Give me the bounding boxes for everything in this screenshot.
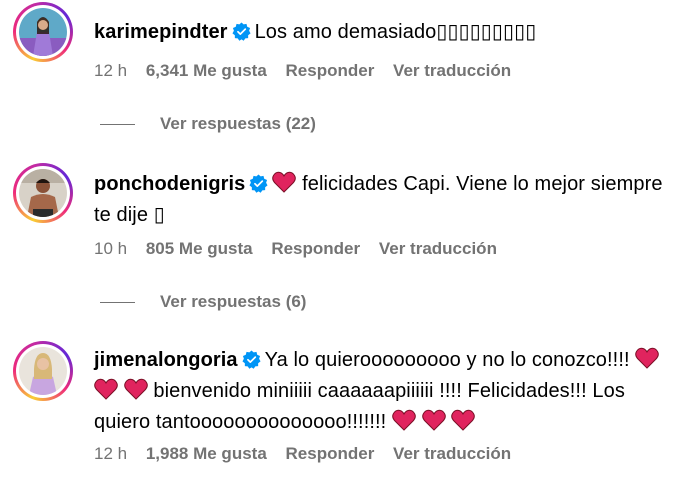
avatar-story-ring[interactable]: [13, 2, 73, 62]
reply-button[interactable]: Responder: [271, 239, 360, 258]
red-heart-icon: [421, 409, 446, 439]
comment-body-line2: bienvenido miniiiii caaaaaapiiiiii !!!! …: [153, 380, 625, 402]
timestamp: 12 h: [94, 444, 128, 463]
comment-text: ponchodenigris felicidades Capi. Viene l…: [94, 170, 684, 229]
reply-button[interactable]: Responder: [286, 444, 375, 463]
comment-body-line3: quiero tantoooooooooooooo!!!!!!!: [94, 411, 387, 433]
comment-meta: 10 h 805 Me gusta Responder Ver traducci…: [94, 239, 511, 259]
verified-badge-icon: [242, 349, 261, 377]
red-heart-icon: [123, 378, 148, 408]
likes-count[interactable]: 805 Me gusta: [146, 239, 253, 258]
comment-meta: 12 h 1,988 Me gusta Responder Ver traduc…: [94, 444, 525, 464]
avatar-story-ring[interactable]: [13, 341, 73, 401]
view-replies-button[interactable]: Ver respuestas (6): [100, 292, 306, 312]
likes-count[interactable]: 1,988 Me gusta: [146, 444, 267, 463]
replies-divider: [100, 124, 135, 126]
translate-button[interactable]: Ver traducción: [393, 444, 511, 463]
avatar[interactable]: [19, 8, 67, 56]
red-heart-icon: [635, 347, 660, 377]
red-heart-icon: [392, 409, 416, 439]
avatar[interactable]: [19, 347, 67, 395]
timestamp: 10 h: [94, 239, 128, 258]
comment-body-line2: te dije ▯: [94, 204, 165, 226]
comment-text: karimepindter Los amo demasiado▯▯▯▯▯▯▯▯▯: [94, 18, 684, 49]
timestamp: 12 h: [94, 61, 128, 80]
comment-meta: 12 h 6,341 Me gusta Responder Ver traduc…: [94, 61, 525, 81]
username[interactable]: jimenalongoria: [94, 349, 238, 371]
verified-badge-icon: [232, 21, 251, 49]
likes-count[interactable]: 6,341 Me gusta: [146, 61, 267, 80]
replies-divider: [100, 302, 135, 304]
comment-body: Ya lo quierooooooooo y no lo conozco!!!!: [264, 349, 630, 371]
translate-button[interactable]: Ver traducción: [379, 239, 497, 258]
verified-badge-icon: [249, 173, 268, 201]
reply-button[interactable]: Responder: [286, 61, 375, 80]
view-replies-label: Ver respuestas (22): [160, 114, 316, 133]
comment-text: jimenalongoria Ya lo quierooooooooo y no …: [94, 346, 684, 439]
translate-button[interactable]: Ver traducción: [393, 61, 511, 80]
comment-body: Los amo demasiado▯▯▯▯▯▯▯▯▯: [254, 21, 537, 43]
red-heart-icon: [94, 378, 118, 408]
avatar[interactable]: [19, 169, 67, 217]
username[interactable]: ponchodenigris: [94, 173, 245, 195]
comment-body: felicidades Capi. Viene lo mejor siempre: [302, 173, 663, 195]
avatar-story-ring[interactable]: [13, 163, 73, 223]
view-replies-button[interactable]: Ver respuestas (22): [100, 114, 316, 134]
red-heart-icon: [272, 171, 297, 201]
red-heart-icon: [451, 409, 476, 439]
view-replies-label: Ver respuestas (6): [160, 292, 307, 311]
username[interactable]: karimepindter: [94, 21, 228, 43]
